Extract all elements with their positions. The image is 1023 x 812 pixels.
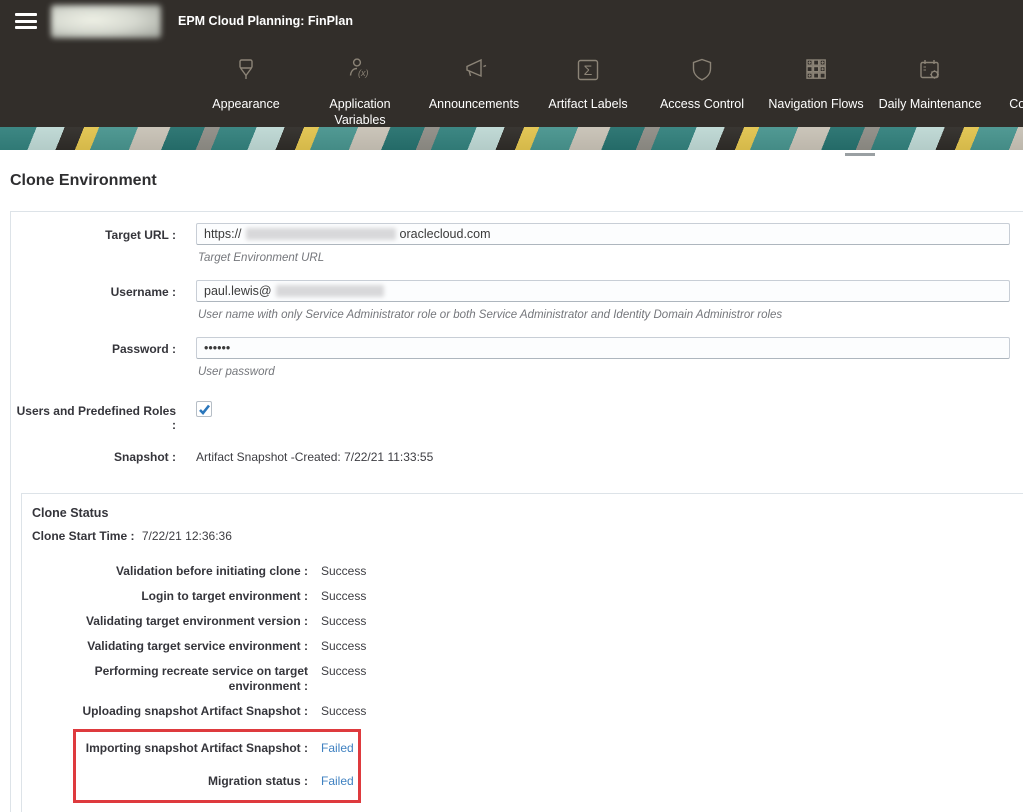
snapshot-row: Snapshot : Artifact Snapshot -Created: 7… <box>11 445 1023 464</box>
status-row: Migration status : Failed <box>76 774 358 789</box>
snapshot-value: Artifact Snapshot -Created: 7/22/21 11:3… <box>196 450 434 464</box>
status-step-value: Success <box>321 664 367 678</box>
status-step-label: Validating target environment version : <box>85 614 308 628</box>
users-roles-row: Users and Predefined Roles : <box>11 399 1023 432</box>
status-row: Uploading snapshot Artifact Snapshot : S… <box>32 704 1023 719</box>
target-url-helper: Target Environment URL <box>198 252 325 264</box>
status-step-value: Success <box>321 614 367 628</box>
toolbar-item-label: Access Control <box>659 97 745 111</box>
clone-environment-panel: Target URL : https:// oraclecloud.com Ta… <box>10 211 1023 812</box>
toolbar-item-label: Artifact Labels <box>548 97 628 111</box>
username-input[interactable]: paul.lewis@ <box>196 280 1010 302</box>
status-row: Importing snapshot Artifact Snapshot : F… <box>76 741 358 756</box>
status-step-value: Success <box>321 639 367 653</box>
target-url-prefix: https:// <box>204 227 242 241</box>
username-helper: User name with only Service Administrato… <box>198 309 783 321</box>
navigation-flows-icon <box>806 59 826 79</box>
password-input[interactable] <box>196 337 1010 359</box>
toolbar-item-connections[interactable]: Connections <box>987 55 1023 128</box>
status-row: Performing recreate service on target en… <box>32 664 1023 694</box>
clone-start-time-value: 7/22/21 12:36:36 <box>141 529 232 543</box>
password-row: Password : User password <box>11 337 1023 399</box>
status-step-label: Validation before initiating clone : <box>115 564 308 578</box>
toolbar-item-appearance[interactable]: Appearance <box>189 55 303 128</box>
svg-text:Σ: Σ <box>584 62 593 78</box>
target-url-input[interactable]: https:// oraclecloud.com <box>196 223 1010 245</box>
company-logo <box>51 4 161 38</box>
access-control-icon <box>692 58 712 81</box>
status-step-value: Success <box>321 589 367 603</box>
toolbar-item-label: Navigation Flows <box>768 97 864 111</box>
failed-steps-highlight-box: Importing snapshot Artifact Snapshot : F… <box>73 729 361 803</box>
application-variables-icon: (x) <box>349 58 369 78</box>
snapshot-label: Snapshot : <box>114 450 176 464</box>
password-label: Password : <box>111 342 176 356</box>
status-step-label: Validating target service environment : <box>87 639 308 653</box>
status-step-value: Success <box>321 564 367 578</box>
header-top-bar: EPM Cloud Planning: FinPlan <box>0 0 1023 42</box>
clone-start-time-row: Clone Start Time : 7/22/21 12:36:36 <box>32 529 1023 543</box>
toolbar-item-navigation-flows[interactable]: Navigation Flows <box>759 55 873 128</box>
hamburger-menu-icon[interactable] <box>15 13 37 29</box>
toolbar-item-access-control[interactable]: Access Control <box>645 55 759 128</box>
clone-start-time-label: Clone Start Time : <box>32 529 135 543</box>
failed-status-link[interactable]: Failed <box>321 741 354 756</box>
users-roles-checkbox[interactable] <box>196 401 212 417</box>
main-content: Clone Environment Target URL : https:// … <box>0 172 1023 812</box>
panel-collapse-handle[interactable] <box>845 153 875 156</box>
artifact-labels-icon: Σ <box>577 59 599 81</box>
status-row: Validating target service environment : … <box>32 639 1023 654</box>
target-url-label: Target URL : <box>105 228 176 242</box>
daily-maintenance-icon <box>920 60 939 79</box>
username-label: Username : <box>110 285 176 299</box>
app-header: EPM Cloud Planning: FinPlan Appearance (… <box>0 0 1023 127</box>
toolbar-item-label: Daily Maintenance <box>878 97 982 111</box>
username-prefix: paul.lewis@ <box>204 284 272 298</box>
username-row: Username : paul.lewis@ User name with on… <box>11 280 1023 337</box>
users-roles-label: Users and Predefined Roles : <box>16 404 176 432</box>
toolbar-item-announcements[interactable]: Announcements <box>417 55 531 128</box>
password-helper: User password <box>198 366 275 378</box>
status-step-label: Importing snapshot Artifact Snapshot : <box>85 741 308 755</box>
decorative-theme-banner <box>0 127 1023 150</box>
status-row: Validating target environment version : … <box>32 614 1023 629</box>
announcements-icon <box>466 58 487 78</box>
clone-status-heading: Clone Status <box>32 506 109 520</box>
failed-status-link[interactable]: Failed <box>321 774 354 789</box>
status-step-label: Performing recreate service on target en… <box>94 664 308 693</box>
appearance-icon <box>239 59 253 79</box>
checkmark-icon <box>198 404 210 415</box>
settings-toolbar: Appearance (x) Application Variables Ann… <box>189 42 1023 128</box>
clone-status-panel: Clone Status Clone Start Time : 7/22/21 … <box>21 493 1023 812</box>
toolbar-item-artifact-labels[interactable]: Σ Artifact Labels <box>531 55 645 128</box>
toolbar-item-label: Announcements <box>428 97 520 111</box>
page-title: Clone Environment <box>10 172 157 189</box>
status-step-value: Success <box>321 704 367 718</box>
status-row: Login to target environment : Success <box>32 589 1023 604</box>
target-url-suffix: oraclecloud.com <box>399 227 491 241</box>
status-step-label: Uploading snapshot Artifact Snapshot : <box>82 704 308 718</box>
toolbar-item-label: Connections <box>1009 97 1023 111</box>
redacted-url-segment <box>245 228 396 240</box>
svg-text:(x): (x) <box>358 68 369 78</box>
target-url-row: Target URL : https:// oraclecloud.com Ta… <box>11 223 1023 280</box>
status-step-label: Migration status : <box>207 774 308 788</box>
toolbar-item-label: Application Variables <box>329 97 391 127</box>
status-row: Validation before initiating clone : Suc… <box>32 564 1023 579</box>
toolbar-item-daily-maintenance[interactable]: Daily Maintenance <box>873 55 987 128</box>
toolbar-item-application-variables[interactable]: (x) Application Variables <box>303 55 417 128</box>
status-step-label: Login to target environment : <box>141 589 308 603</box>
toolbar-item-label: Appearance <box>212 97 280 111</box>
app-title: EPM Cloud Planning: FinPlan <box>178 14 353 28</box>
redacted-domain-segment <box>275 285 384 297</box>
